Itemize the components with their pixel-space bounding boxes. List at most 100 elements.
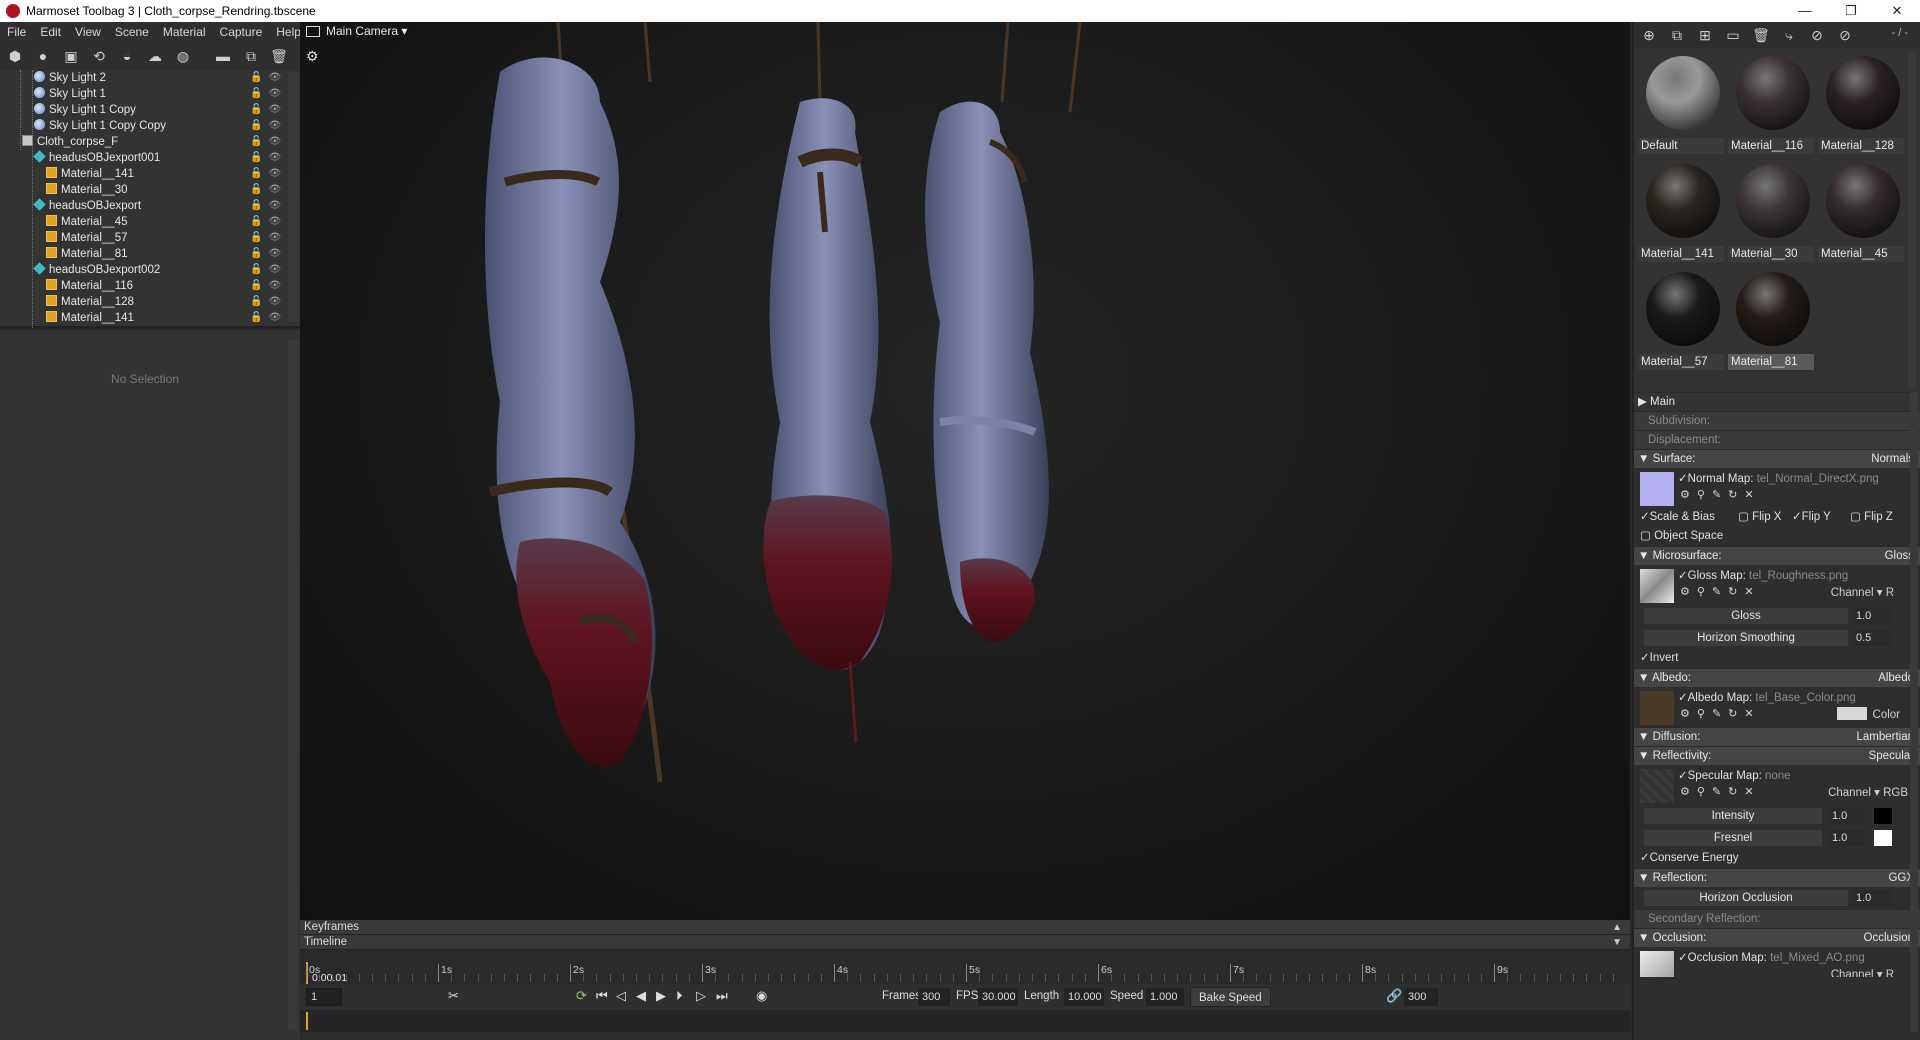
add-light-icon[interactable]: ●: [34, 47, 52, 65]
reflectivity-section[interactable]: ▼ Reflectivity: Specular: [1634, 746, 1920, 765]
material-thumbnail[interactable]: Material__128: [1818, 50, 1906, 156]
visibility-eye-icon[interactable]: 👁: [268, 200, 287, 211]
outliner-item[interactable]: Material__57 🔓👁: [0, 230, 300, 246]
secondary-reflection-row[interactable]: Secondary Reflection:-: [1634, 909, 1920, 928]
reload-material-icon[interactable]: ⊘: [1808, 26, 1826, 44]
outliner-item[interactable]: Material__128 🔓👁: [0, 294, 300, 310]
invert-checkbox[interactable]: ✓Invert: [1634, 649, 1920, 668]
folder-icon[interactable]: ▬: [214, 47, 232, 65]
outliner-item[interactable]: Material__141 🔓👁: [0, 310, 300, 326]
reflectivity-mode[interactable]: Specular: [1869, 747, 1914, 766]
outliner-item[interactable]: Material__81 🔓👁: [0, 246, 300, 262]
play-icon[interactable]: ▶: [656, 988, 666, 1004]
specular-channel-select[interactable]: Channel ▾ RGB: [1828, 785, 1908, 799]
outliner-item[interactable]: Cloth_corpse_F 🔓👁: [0, 134, 300, 150]
normal-map-thumbnail[interactable]: [1640, 472, 1674, 506]
visibility-eye-icon[interactable]: 👁: [268, 88, 287, 99]
material-thumbnail[interactable]: Default: [1638, 50, 1726, 156]
timeline-settings-icon[interactable]: ◉: [756, 988, 767, 1004]
bake-speed-button[interactable]: Bake Speed: [1190, 987, 1271, 1007]
visibility-eye-icon[interactable]: 👁: [268, 104, 287, 115]
albedo-color-control[interactable]: Color: [1836, 707, 1900, 721]
close-button[interactable]: ✕: [1874, 0, 1920, 22]
lock-icon[interactable]: 🔓: [250, 152, 268, 163]
menu-view[interactable]: View: [68, 25, 108, 39]
add-fog-icon[interactable]: ☁: [146, 47, 164, 65]
material-sort-icon[interactable]: ⊘: [1836, 26, 1854, 44]
reload-icon[interactable]: ↻: [1728, 785, 1737, 798]
loop-icon[interactable]: ⟳: [576, 988, 587, 1004]
material-thumbnail[interactable]: Material__141: [1638, 158, 1726, 264]
visibility-eye-icon[interactable]: 👁: [268, 72, 287, 83]
menu-scene[interactable]: Scene: [108, 25, 156, 39]
delete-icon[interactable]: 🗑: [270, 47, 288, 65]
surface-mode[interactable]: Normals: [1871, 450, 1914, 469]
visibility-eye-icon[interactable]: 👁: [268, 184, 287, 195]
duplicate-icon[interactable]: ⧉: [242, 47, 260, 65]
occlusion-map-thumbnail[interactable]: [1640, 951, 1674, 977]
close-icon[interactable]: ✕: [1744, 585, 1753, 598]
lock-icon[interactable]: 🔓: [250, 184, 268, 195]
assign-material-icon[interactable]: ⤷: [1780, 26, 1798, 44]
occlusion-mode[interactable]: Occlusion: [1864, 929, 1915, 948]
lock-icon[interactable]: 🔓: [250, 232, 268, 243]
diffusion-section[interactable]: ▼ Diffusion: Lambertian: [1634, 727, 1920, 746]
outliner-item[interactable]: headusOBJexport001 🔓👁: [0, 150, 300, 166]
outliner-scrollbar[interactable]: [288, 72, 298, 322]
lock-icon[interactable]: 🔓: [250, 248, 268, 259]
gloss-slider[interactable]: Gloss 1.0: [1638, 605, 1916, 627]
lock-icon[interactable]: 🔓: [250, 216, 268, 227]
close-icon[interactable]: ✕: [1744, 707, 1753, 720]
edit-icon[interactable]: ✎: [1712, 785, 1721, 798]
time-ruler[interactable]: 0:00.01 0s 1s 2s 3s 4s 5s 6s 7s 8s 9s: [300, 950, 1630, 984]
horizon-occlusion-value[interactable]: 1.0: [1852, 890, 1892, 906]
lock-icon[interactable]: 🔓: [250, 200, 268, 211]
albedo-color-swatch[interactable]: [1836, 707, 1867, 720]
menu-material[interactable]: Material: [156, 25, 213, 39]
link-icon[interactable]: 🔗: [1386, 988, 1402, 1004]
lock-icon[interactable]: 🔓: [250, 88, 268, 99]
minimize-button[interactable]: —: [1782, 0, 1828, 22]
visibility-eye-icon[interactable]: 👁: [268, 168, 287, 179]
flip-x-checkbox[interactable]: ▢ Flip X: [1738, 508, 1781, 527]
lock-icon[interactable]: 🔓: [250, 72, 268, 83]
albedo-section[interactable]: ▼ Albedo: Albedo: [1634, 668, 1920, 687]
maximize-button[interactable]: ❐: [1828, 0, 1874, 22]
fresnel-slider[interactable]: Fresnel 1.0: [1638, 827, 1916, 849]
end-frame-input[interactable]: 300: [1404, 988, 1438, 1006]
lock-icon[interactable]: 🔓: [250, 136, 268, 147]
surface-section[interactable]: ▼ Surface: Normals: [1634, 449, 1920, 468]
duplicate-material-icon[interactable]: ⧉: [1668, 26, 1686, 44]
visibility-eye-icon[interactable]: 👁: [268, 264, 287, 275]
keyframes-header[interactable]: Keyframes ▲: [300, 920, 1630, 935]
lock-icon[interactable]: 🔓: [250, 280, 268, 291]
material-thumbnail[interactable]: Material__116: [1728, 50, 1816, 156]
intensity-slider[interactable]: Intensity 1.0: [1638, 805, 1916, 827]
outliner-item[interactable]: Sky Light 2 🔓👁: [0, 70, 300, 86]
speed-input[interactable]: 1.000: [1146, 988, 1184, 1006]
reload-icon[interactable]: ↻: [1728, 585, 1737, 598]
search-icon[interactable]: ⚲: [1697, 488, 1705, 501]
viewport[interactable]: Main Camera ▾ ⚙: [300, 22, 1630, 920]
intensity-value[interactable]: 1.0: [1828, 808, 1864, 824]
edit-icon[interactable]: ✎: [1712, 585, 1721, 598]
expand-keyframes-icon[interactable]: ▲: [1612, 920, 1622, 935]
outliner-item[interactable]: headusOBJexport002 🔓👁: [0, 262, 300, 278]
track-playhead[interactable]: [306, 1012, 308, 1030]
close-icon[interactable]: ✕: [1744, 785, 1753, 798]
horizon-smoothing-slider[interactable]: Horizon Smoothing 0.5: [1638, 627, 1916, 649]
visibility-eye-icon[interactable]: 👁: [268, 232, 287, 243]
material-thumbnail[interactable]: Material__57: [1638, 266, 1726, 372]
outliner-item[interactable]: headusOBJexport 🔓👁: [0, 198, 300, 214]
outliner-item[interactable]: Sky Light 1 🔓👁: [0, 86, 300, 102]
search-icon[interactable]: ⚲: [1697, 585, 1705, 598]
diffusion-mode[interactable]: Lambertian: [1856, 728, 1914, 747]
delete-material-icon[interactable]: 🗑: [1752, 26, 1770, 44]
lock-icon[interactable]: 🔓: [250, 168, 268, 179]
main-section[interactable]: ▶ Main: [1634, 392, 1920, 411]
gloss-channel-select[interactable]: Channel ▾ R: [1831, 585, 1894, 599]
outliner-item[interactable]: Material__141 🔓👁: [0, 166, 300, 182]
visibility-eye-icon[interactable]: 👁: [268, 296, 287, 307]
object-space-checkbox[interactable]: ▢ Object Space: [1634, 527, 1920, 546]
skip-end-icon[interactable]: ⏭: [716, 988, 728, 1004]
